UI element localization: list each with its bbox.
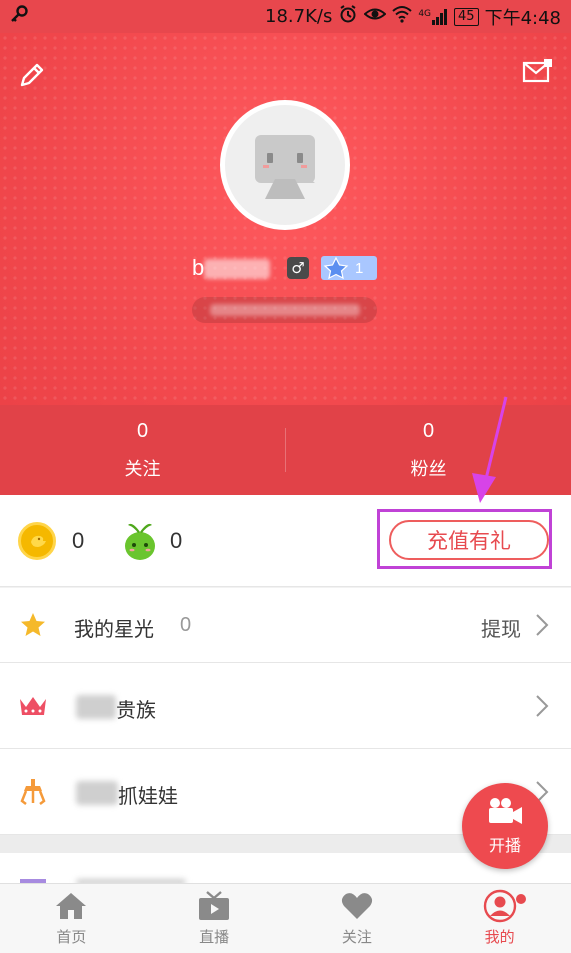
nobility-label: 贵族 bbox=[116, 698, 156, 722]
list-item-nobility[interactable]: 贵族 bbox=[0, 663, 571, 749]
profile-icon bbox=[483, 889, 517, 923]
nav-home-label: 首页 bbox=[56, 928, 87, 946]
user-id-redaction bbox=[210, 304, 360, 316]
user-id-pill bbox=[192, 297, 377, 323]
default-avatar-icon bbox=[235, 113, 335, 217]
fans-stat[interactable]: 0 粉丝 bbox=[286, 405, 571, 495]
gender-badge: ♂ bbox=[287, 257, 309, 279]
star-level-icon bbox=[321, 256, 351, 280]
video-camera-icon bbox=[486, 796, 524, 830]
heart-icon bbox=[340, 890, 374, 922]
edit-profile-button[interactable] bbox=[12, 57, 52, 97]
eye-icon bbox=[363, 5, 387, 28]
star-icon bbox=[18, 610, 48, 640]
bean-count: 0 bbox=[170, 528, 183, 553]
fans-label: 粉丝 bbox=[410, 458, 447, 480]
clock: 下午4:48 bbox=[484, 7, 561, 29]
messages-button[interactable] bbox=[518, 53, 558, 93]
avatar[interactable] bbox=[220, 100, 350, 230]
recharge-button[interactable]: 充值有礼 bbox=[389, 520, 549, 560]
fans-count: 0 bbox=[422, 419, 435, 442]
nav-home[interactable]: 首页 bbox=[0, 884, 143, 953]
net-speed: 18.7K/s bbox=[265, 6, 333, 27]
following-count: 0 bbox=[136, 419, 149, 442]
level-badge: 1 bbox=[321, 256, 377, 280]
bean-icon bbox=[122, 519, 158, 561]
wifi-icon bbox=[392, 5, 412, 28]
nav-follow[interactable]: 关注 bbox=[286, 884, 429, 953]
notification-dot bbox=[516, 894, 527, 904]
battery-indicator: 45 bbox=[454, 7, 479, 26]
coin-icon bbox=[18, 522, 56, 560]
user-name-row: b ♂ 1 bbox=[0, 253, 571, 285]
crown-icon bbox=[18, 691, 48, 721]
go-live-button[interactable]: 开播 bbox=[462, 783, 548, 869]
go-live-label: 开播 bbox=[488, 836, 521, 855]
following-label: 关注 bbox=[124, 458, 161, 480]
profile-header: b ♂ 1 bbox=[0, 33, 571, 405]
home-icon bbox=[54, 890, 88, 922]
chevron-right-icon bbox=[535, 694, 549, 718]
nav-mine-label: 我的 bbox=[484, 928, 515, 946]
annotation-arrow bbox=[460, 395, 520, 505]
nav-mine[interactable]: 我的 bbox=[428, 884, 571, 953]
claw-prefix-redaction bbox=[76, 781, 118, 805]
coin-count: 0 bbox=[72, 528, 85, 553]
tv-icon bbox=[197, 890, 231, 922]
nav-live[interactable]: 直播 bbox=[143, 884, 286, 953]
list-item-star-light[interactable]: 我的星光 0 提现 bbox=[0, 588, 571, 663]
nav-follow-label: 关注 bbox=[341, 928, 372, 946]
nav-live-label: 直播 bbox=[199, 928, 230, 946]
level-number: 1 bbox=[355, 259, 364, 277]
alarm-icon bbox=[338, 4, 358, 29]
nobility-prefix-redaction bbox=[76, 695, 116, 719]
wallet-row: 0 0 充值有礼 bbox=[0, 495, 571, 587]
star-light-label: 我的星光 bbox=[74, 617, 154, 641]
signal-icon: 4G bbox=[418, 8, 448, 25]
bottom-nav: 首页 直播 关注 我的 bbox=[0, 883, 571, 953]
claw-label: 抓娃娃 bbox=[118, 784, 178, 808]
claw-icon bbox=[18, 777, 48, 807]
key-icon bbox=[10, 5, 28, 28]
following-stat[interactable]: 0 关注 bbox=[0, 405, 285, 495]
username-redaction bbox=[204, 259, 270, 279]
mail-icon bbox=[522, 57, 554, 89]
pencil-icon bbox=[17, 60, 47, 94]
chevron-right-icon bbox=[535, 613, 549, 637]
withdraw-link[interactable]: 提现 bbox=[481, 613, 521, 642]
status-bar: 18.7K/s 4G 45 下午4:48 bbox=[0, 0, 571, 33]
star-light-count: 0 bbox=[180, 614, 192, 636]
